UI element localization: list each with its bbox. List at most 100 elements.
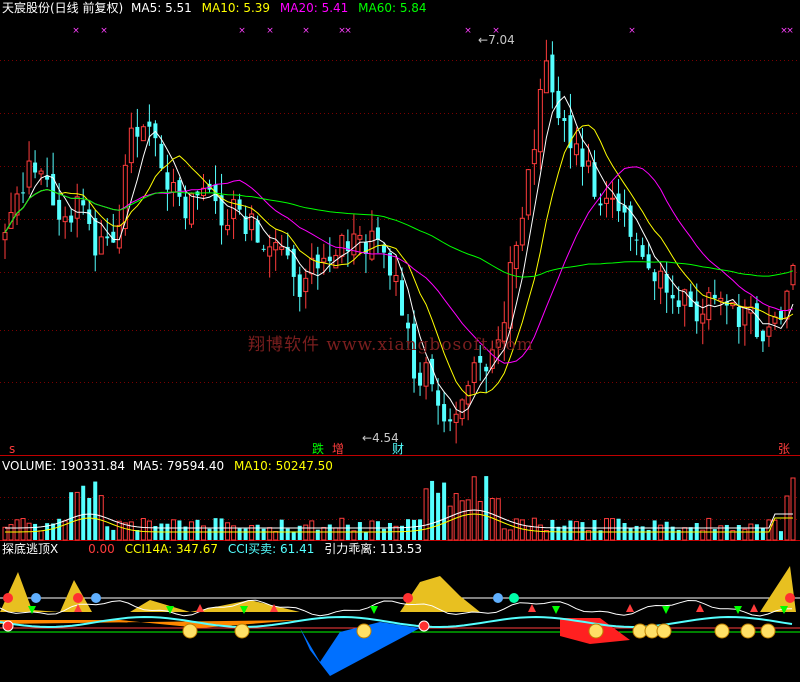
cci14a-line — [0, 599, 793, 617]
volume-bar — [111, 529, 116, 540]
candle-body — [562, 118, 567, 121]
volume-label: VOLUME: 190331.84 — [2, 459, 125, 473]
smiley-marker — [714, 623, 730, 639]
volume-bar — [128, 521, 134, 541]
candle-body — [74, 196, 80, 219]
ma10-label: MA10: 5.39 — [201, 1, 271, 15]
candle-body — [57, 199, 62, 220]
yellow-area-top — [0, 566, 796, 612]
candle-body — [225, 224, 231, 231]
price-header: 天宸股份(日线 前复权) MA5: 5.51 MA10: 5.39 MA20: … — [2, 1, 427, 15]
smiley-marker — [656, 623, 672, 639]
signal-x-mark: × — [344, 26, 352, 36]
candle-body — [400, 280, 405, 316]
volume-bar — [315, 529, 320, 540]
divergence-label: 引力乖离: 113.53 — [324, 542, 423, 556]
candle-body — [742, 306, 748, 326]
smiley-marker — [740, 623, 756, 639]
candle-body — [261, 248, 266, 250]
candle-body — [634, 239, 639, 241]
candle-body — [128, 127, 134, 164]
volume-bar — [188, 521, 194, 541]
indicator-header: 探底逃顶X 0.00 CCI14A: 347.67 CCI买卖: 61.41 引… — [2, 542, 422, 556]
candle-body — [21, 192, 26, 194]
candle-body — [736, 307, 741, 327]
volume-bar — [333, 527, 339, 541]
candle-body — [381, 245, 386, 253]
volume-bar — [790, 477, 796, 541]
signal-zeng-label: 增 — [332, 442, 345, 456]
volume-bar — [309, 520, 315, 541]
volume-bar — [477, 501, 483, 541]
candle-body — [718, 297, 724, 302]
cross-marker — [418, 620, 430, 632]
ma60-label: MA60: 5.84 — [358, 1, 427, 15]
volume-bar — [658, 524, 664, 541]
signal-arrow — [750, 604, 758, 612]
signal-zhang-label: 张 — [778, 442, 791, 456]
candle-body — [604, 197, 610, 204]
volume-bar — [14, 519, 20, 541]
volume-bar — [682, 527, 688, 541]
candle-body — [507, 262, 513, 329]
candle-body — [484, 366, 489, 372]
volume-bar — [183, 526, 188, 540]
candle-body — [448, 419, 453, 422]
candle-body — [69, 215, 74, 223]
volume-bar — [610, 518, 616, 541]
signal-arrow — [696, 604, 704, 612]
volume-bar — [93, 481, 98, 540]
candle-body — [170, 182, 176, 193]
candle-body — [790, 264, 796, 286]
cci14a-label: CCI14A: 347.67 — [124, 542, 219, 556]
candle-body — [327, 256, 332, 262]
volume-bar — [177, 520, 182, 540]
watermark: 翔博软件 www.xiangbosoft.com — [248, 335, 534, 355]
candle-body — [610, 197, 616, 200]
candle-body — [135, 126, 140, 137]
candle-body — [436, 390, 441, 406]
candle-body — [177, 180, 182, 197]
volume-bar — [20, 518, 26, 541]
volume-ma5-label: MA5: 79594.40 — [132, 459, 225, 473]
volume-bar — [652, 520, 657, 540]
candle-body — [442, 404, 447, 422]
volume-bar — [219, 518, 224, 540]
candle-body — [676, 300, 681, 307]
smiley-marker — [760, 623, 776, 639]
volume-bar — [676, 529, 681, 540]
candle-body — [712, 294, 717, 299]
volume-bar — [778, 531, 783, 540]
cci-trade-label: CCI买卖: 61.41 — [227, 542, 315, 556]
candle-body — [87, 209, 92, 224]
volume-bar — [736, 525, 741, 540]
volume-bar — [321, 526, 327, 541]
ma20-label: MA20: 5.41 — [279, 1, 349, 15]
volume-bar — [2, 526, 8, 541]
volume-bar — [225, 522, 231, 541]
volume-bar — [339, 517, 345, 541]
candle-body — [573, 143, 579, 156]
candle-body — [33, 162, 38, 173]
candle-body — [592, 162, 597, 197]
volume-bar — [363, 531, 368, 540]
volume-bar — [706, 517, 712, 541]
volume-bar — [38, 530, 44, 541]
candle-body — [375, 227, 380, 240]
signal-ball — [73, 593, 83, 603]
candle-body — [357, 234, 363, 240]
volume-bar — [105, 526, 110, 540]
signal-arrow — [370, 606, 378, 614]
candle-body — [423, 362, 429, 387]
volume-bar — [688, 527, 693, 540]
volume-bar — [442, 482, 447, 540]
volume-bar — [501, 528, 507, 541]
volume-bar — [51, 523, 56, 540]
volume-bar — [412, 519, 417, 540]
candle-body — [165, 172, 170, 190]
signal-arrow — [552, 606, 560, 614]
volume-bar — [550, 519, 555, 540]
candle-body — [183, 196, 188, 219]
volume-bar — [98, 495, 104, 541]
volume-bar — [580, 522, 585, 540]
